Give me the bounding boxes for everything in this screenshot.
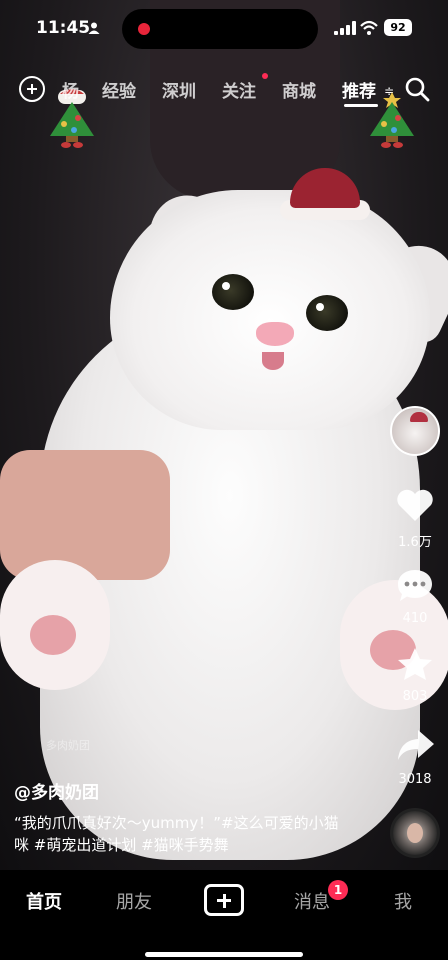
dynamic-island bbox=[122, 9, 318, 49]
star-icon[interactable] bbox=[396, 646, 434, 682]
nav-home[interactable]: 首页 bbox=[26, 888, 62, 914]
status-time: 11:45 bbox=[36, 18, 91, 38]
wifi-icon bbox=[360, 20, 378, 35]
nav-messages[interactable]: 消息 bbox=[294, 888, 330, 914]
cat-eye-right bbox=[306, 295, 348, 331]
like-count: 1.6万 bbox=[398, 535, 432, 550]
avatar-hat bbox=[410, 412, 428, 422]
music-disc-icon[interactable] bbox=[390, 808, 440, 858]
heart-icon[interactable] bbox=[396, 488, 434, 522]
status-bar: 11:45 92 bbox=[0, 0, 448, 58]
cat-eye-left bbox=[212, 274, 254, 310]
create-button[interactable] bbox=[204, 884, 244, 916]
signal-icon bbox=[334, 21, 356, 35]
creator-avatar[interactable] bbox=[390, 406, 440, 456]
tab-following[interactable]: 关注 bbox=[222, 77, 256, 102]
author-name[interactable]: @多肉奶团 bbox=[14, 778, 99, 803]
comment-icon[interactable] bbox=[396, 568, 434, 604]
paw-pad bbox=[30, 615, 76, 655]
nav-friends[interactable]: 朋友 bbox=[116, 888, 152, 914]
add-circle-icon[interactable] bbox=[19, 76, 45, 102]
following-notification-dot bbox=[262, 73, 268, 79]
cat-nose bbox=[256, 322, 294, 346]
favorite-count: 803 bbox=[402, 689, 428, 704]
messages-badge: 1 bbox=[328, 880, 348, 900]
tab-experience[interactable]: 经验 bbox=[102, 77, 136, 102]
holding-hand bbox=[0, 450, 170, 580]
tab-location-avatar[interactable]: 杨 bbox=[62, 77, 79, 102]
cat-mouth bbox=[262, 352, 284, 370]
battery-indicator: 92 bbox=[384, 19, 412, 36]
share-icon[interactable] bbox=[396, 728, 436, 762]
video-watermark: 多肉奶团 bbox=[46, 739, 90, 752]
home-indicator[interactable] bbox=[145, 952, 303, 957]
tab-shenzhen[interactable]: 深圳 bbox=[162, 77, 196, 102]
cat-paw-left bbox=[0, 560, 110, 690]
share-count: 3018 bbox=[398, 772, 432, 787]
search-icon[interactable] bbox=[404, 76, 430, 102]
nav-me[interactable]: 我 bbox=[394, 888, 412, 914]
video-caption[interactable]: “我的爪爪真好次～yummy！”#这么可爱的小猫咪 #萌宠出道计划 #猫咪手势舞 bbox=[14, 812, 344, 856]
person-icon bbox=[88, 22, 100, 34]
comment-count: 410 bbox=[402, 611, 428, 626]
recording-indicator bbox=[138, 23, 150, 35]
music-disc-cover bbox=[407, 823, 423, 843]
cat-head bbox=[110, 190, 430, 430]
tab-mall[interactable]: 商城 bbox=[282, 77, 316, 102]
